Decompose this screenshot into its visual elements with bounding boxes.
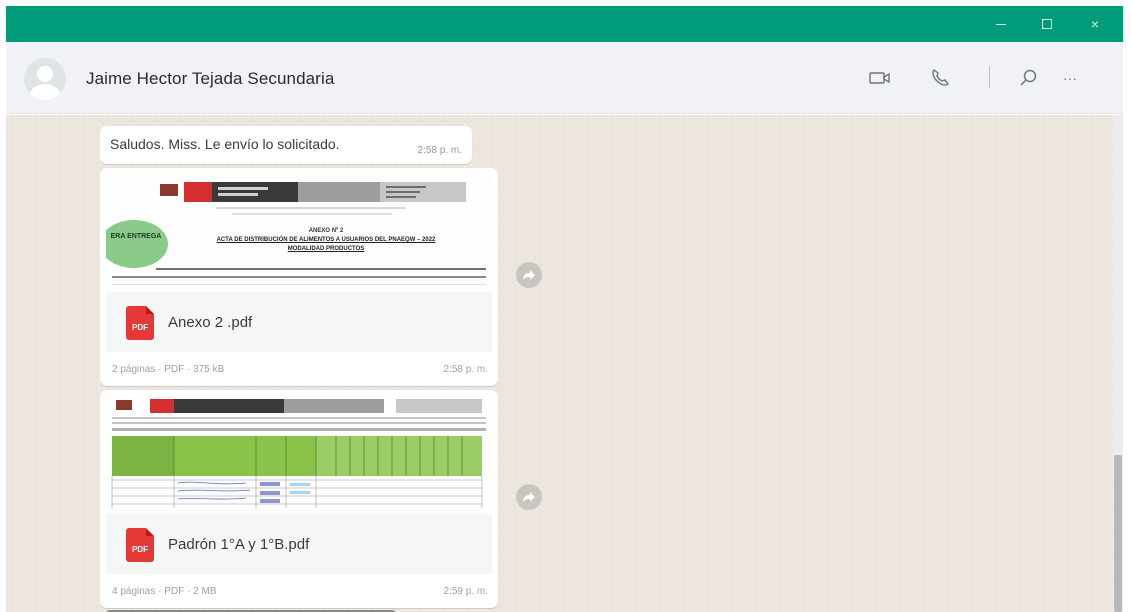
minimize-button[interactable] [978,6,1024,42]
preview-body-lines [112,268,486,285]
document-meta: 2 páginas · PDF · 375 kB [112,364,225,375]
scrollbar[interactable] [1113,115,1123,612]
pdf-file-icon: PDF [126,528,154,562]
close-icon: × [1090,16,1100,32]
video-call-button[interactable] [866,66,894,90]
more-options-icon: ··· [1063,70,1077,86]
title-bar: × [6,6,1123,42]
whatsapp-window: × Jaime Hector Tejada Secundaria ··· Sal… [6,6,1123,612]
avatar[interactable] [24,58,66,100]
document-message-anexo[interactable]: ERA ENTREGA ANEXO Nº 2 ACTA DE DISTRIBUC… [100,168,498,386]
document-preview[interactable]: ERA ENTREGA ANEXO Nº 2 ACTA DE DISTRIBUC… [106,174,492,292]
message-text: Saludos. Miss. Le envío lo solicitado. [110,136,340,152]
chat-area[interactable]: Saludos. Miss. Le envío lo solicitado. 2… [6,115,1123,612]
preview-title-3: MODALIDAD PRODUCTOS [287,246,365,252]
document-file-name: Anexo 2 .pdf [168,314,253,331]
search-button[interactable] [1014,66,1042,90]
contact-name[interactable]: Jaime Hector Tejada Secundaria [86,69,334,89]
minimize-icon [996,23,1006,25]
voice-call-button[interactable] [926,66,954,90]
header-divider [989,66,990,88]
preview-title-1: ANEXO Nº 2 [308,228,344,234]
message-time: 2:59 p. m. [443,586,488,597]
avatar-head-shape [37,66,53,82]
document-preview[interactable] [106,396,492,514]
avatar-body-shape [30,84,60,100]
more-options-button[interactable]: ··· [1056,66,1084,90]
voice-call-icon [932,69,949,86]
document-meta: 4 páginas · PDF · 2 MB [112,586,217,597]
forward-button[interactable] [516,262,542,288]
preview-title-2: ACTA DE DISTRIBUCIÓN DE ALIMENTOS A USUA… [216,237,436,243]
forward-icon [523,492,535,502]
scrollbar-thumb[interactable] [1114,455,1122,612]
document-file-row[interactable]: PDF Padrón 1°A y 1°B.pdf [106,514,492,574]
maximize-icon [1042,19,1052,29]
stamp-label: ERA ENTREGA [110,233,162,240]
document-file-row[interactable]: PDF Anexo 2 .pdf [106,292,492,352]
chat-header: Jaime Hector Tejada Secundaria ··· [6,42,1123,114]
spreadsheet-page-thumbnail [106,396,492,514]
search-icon [1020,69,1037,86]
document-file-name: Padrón 1°A y 1°B.pdf [168,536,310,553]
close-button[interactable]: × [1072,6,1118,42]
video-call-icon [869,72,890,84]
pdf-file-icon: PDF [126,306,154,340]
forward-button[interactable] [516,484,542,510]
message-bubble-text[interactable]: Saludos. Miss. Le envío lo solicitado. 2… [100,126,472,164]
message-time: 2:58 p. m. [443,364,488,375]
message-time: 2:58 p. m. [417,145,462,156]
document-message-padron[interactable]: PDF Padrón 1°A y 1°B.pdf 4 páginas · PDF… [100,390,498,608]
forward-icon [523,270,535,280]
maximize-button[interactable] [1024,6,1070,42]
